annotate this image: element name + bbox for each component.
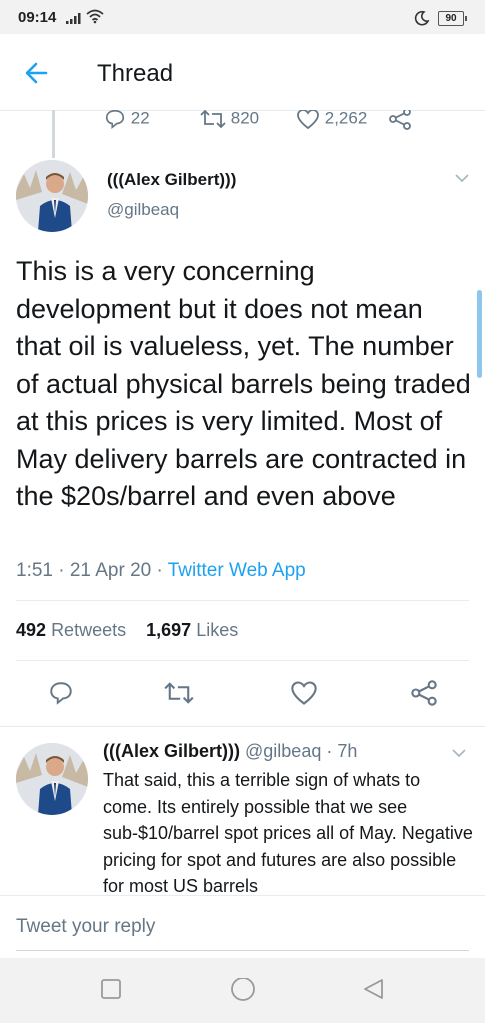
page-title: Thread	[97, 60, 174, 87]
chevron-down-icon[interactable]	[454, 172, 470, 184]
reply-text: That said, this a terrible sign of whats…	[103, 770, 473, 895]
back-arrow-icon[interactable]	[24, 60, 50, 86]
previous-retweet-count: 820	[230, 110, 260, 128]
divider	[16, 600, 469, 601]
previous-retweet-button[interactable]: 820	[200, 110, 259, 130]
author-handle[interactable]: @gilbeaq	[107, 200, 179, 220]
share-icon[interactable]	[410, 680, 438, 706]
share-icon	[389, 110, 411, 130]
previous-share-button[interactable]	[388, 110, 412, 130]
previous-reply-button[interactable]: 22	[104, 110, 150, 130]
previous-reply-count: 22	[130, 110, 150, 128]
signal-icon	[66, 13, 81, 24]
tweet-time: 1:51 · 21 Apr 20 ·	[16, 560, 168, 581]
previous-tweet-actions: 22 820 2,262	[0, 110, 485, 130]
recent-apps-icon[interactable]	[100, 978, 122, 1000]
tweet-source-link[interactable]: Twitter Web App	[168, 560, 306, 581]
status-time: 09:14	[18, 9, 57, 26]
app-header: Thread	[0, 34, 485, 111]
reply-icon	[105, 110, 125, 129]
status-bar: 09:14 90	[0, 0, 485, 34]
likes-count[interactable]: 1,697	[146, 620, 191, 640]
previous-like-button[interactable]: 2,262	[296, 110, 367, 130]
previous-like-count: 2,262	[324, 110, 368, 128]
profile-photo	[16, 160, 88, 232]
scrollbar[interactable]	[477, 290, 482, 378]
reply-tweet[interactable]: (((Alex Gilbert))) @gilbeaq · 7h That sa…	[0, 726, 485, 895]
battery-indicator: 90	[438, 11, 467, 26]
author-name[interactable]: (((Alex Gilbert)))	[107, 170, 236, 190]
retweet-icon	[200, 110, 226, 129]
retweets-label[interactable]: Retweets	[51, 620, 126, 640]
reply-author-avatar[interactable]	[16, 743, 88, 815]
home-icon[interactable]	[230, 978, 256, 1004]
profile-photo	[16, 743, 88, 815]
reply-author-name[interactable]: (((Alex Gilbert)))	[103, 741, 240, 761]
heart-icon	[297, 110, 319, 130]
reply-age: · 7h	[326, 741, 358, 761]
chevron-down-icon[interactable]	[451, 747, 467, 759]
author-avatar[interactable]	[16, 160, 88, 232]
input-underline	[16, 950, 469, 951]
reply-author-handle[interactable]: @gilbeaq	[245, 741, 321, 761]
do-not-disturb-icon	[414, 10, 430, 26]
reply-input[interactable]: Tweet your reply	[16, 916, 155, 938]
tweet-timestamp: 1:51 · 21 Apr 20 · Twitter Web App	[16, 560, 306, 582]
reply-header: (((Alex Gilbert))) @gilbeaq · 7h	[103, 741, 357, 762]
back-icon[interactable]	[362, 978, 386, 1002]
heart-icon[interactable]	[290, 680, 318, 706]
retweet-icon[interactable]	[164, 680, 194, 706]
tweet-stats: 492 Retweets 1,697 Likes	[16, 620, 238, 641]
retweets-count[interactable]: 492	[16, 620, 46, 640]
tweet-text: This is a very concerning development bu…	[16, 256, 471, 511]
reply-icon[interactable]	[48, 680, 74, 706]
likes-label[interactable]: Likes	[196, 620, 238, 640]
divider	[16, 660, 469, 661]
system-navigation-bar	[0, 958, 485, 1023]
reply-compose-bar: Tweet your reply	[0, 895, 485, 958]
wifi-icon	[86, 9, 104, 24]
